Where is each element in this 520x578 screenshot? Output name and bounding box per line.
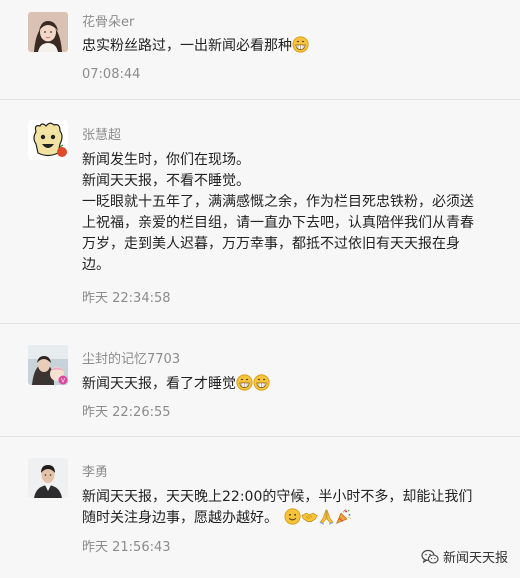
comment-line: 随时关注身边事，愿越办越好。 bbox=[82, 510, 278, 526]
wechat-icon bbox=[421, 549, 439, 565]
party-emoji bbox=[335, 508, 352, 525]
comment-item: V 尘封的记忆7703 新闻天天报，看了才睡觉 昨天 22:26:55 bbox=[0, 324, 520, 437]
username[interactable]: 张慧超 bbox=[82, 124, 121, 143]
comment-line: 边。 bbox=[82, 257, 110, 273]
username[interactable]: 李勇 bbox=[82, 461, 108, 480]
comment-text: 忠实粉丝路过，一出新闻必看那种 bbox=[82, 36, 502, 57]
wechat-account-watermark: 新闻天天报 bbox=[421, 547, 508, 566]
comment-text: 新闻发生时，你们在现场。 新闻天天报，不看不睡觉。 一眨眼就十五年了，满满感慨之… bbox=[82, 150, 502, 276]
smile-emoji bbox=[284, 508, 301, 525]
comment-text: 新闻天天报，天天晚上22:00的守候，半小时不多，却能让我们 随时关注身边事，愿… bbox=[82, 487, 502, 529]
comment-line: 新闻天天报，不看不睡觉。 bbox=[82, 173, 250, 189]
comment-line: 新闻天天报，看了才睡觉 bbox=[82, 376, 236, 392]
comment-item: 花骨朵er 忠实粉丝路过，一出新闻必看那种 07:08:44 bbox=[0, 0, 520, 100]
comment-time: 07:08:44 bbox=[82, 67, 141, 82]
comment-line: 忠实粉丝路过，一出新闻必看那种 bbox=[82, 38, 292, 54]
watermark-text: 新闻天天报 bbox=[442, 551, 508, 566]
comment-text: 新闻天天报，看了才睡觉 bbox=[82, 374, 502, 395]
comment-time: 昨天 22:34:58 bbox=[82, 291, 171, 306]
comment-time: 昨天 22:26:55 bbox=[82, 405, 171, 420]
avatar[interactable] bbox=[28, 458, 68, 498]
avatar[interactable]: V bbox=[28, 345, 68, 385]
avatar[interactable] bbox=[28, 120, 68, 160]
avatar[interactable] bbox=[28, 12, 68, 52]
pray-emoji bbox=[318, 508, 335, 525]
comment-line: 万岁，走到美人迟暮，万万幸事，都抵不过依旧有天天报在身 bbox=[82, 236, 460, 252]
svg-text:V: V bbox=[61, 378, 65, 384]
grin-emoji bbox=[236, 374, 253, 391]
grin-emoji bbox=[292, 36, 309, 53]
username[interactable]: 花骨朵er bbox=[82, 11, 134, 30]
comment-line: 新闻天天报，天天晚上22:00的守候，半小时不多，却能让我们 bbox=[82, 489, 473, 505]
username[interactable]: 尘封的记忆7703 bbox=[82, 348, 180, 367]
comment-time: 昨天 21:56:43 bbox=[82, 540, 171, 555]
comment-line: 一眨眼就十五年了，满满感慨之余，作为栏目死忠铁粉，必须送 bbox=[82, 194, 474, 210]
grin-emoji bbox=[253, 374, 270, 391]
comment-item: 张慧超 新闻发生时，你们在现场。 新闻天天报，不看不睡觉。 一眨眼就十五年了，满… bbox=[0, 100, 520, 324]
comment-line: 新闻发生时，你们在现场。 bbox=[82, 152, 250, 168]
comment-line: 上祝福，亲爱的栏目组，请一直办下去吧，认真陪伴我们从青春 bbox=[82, 215, 474, 231]
handshake-emoji bbox=[301, 508, 318, 525]
